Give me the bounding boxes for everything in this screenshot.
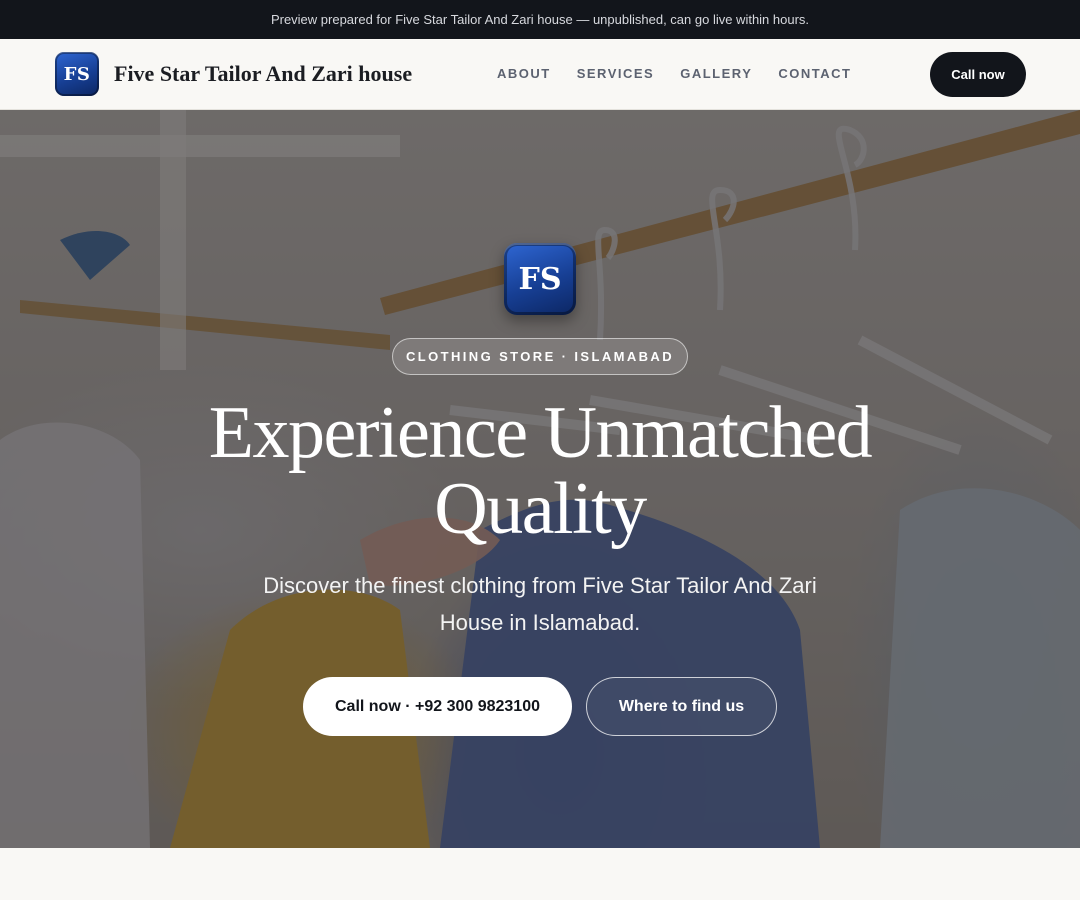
hero-logo-icon: FS bbox=[504, 243, 576, 315]
brand-logo-icon: FS bbox=[55, 52, 99, 96]
nav-link-about[interactable]: ABOUT bbox=[497, 66, 551, 81]
main-nav: ABOUT SERVICES GALLERY CONTACT bbox=[497, 66, 877, 81]
brand[interactable]: FS Five Star Tailor And Zari house bbox=[55, 52, 412, 96]
preview-banner: Preview prepared for Five Star Tailor An… bbox=[0, 0, 1080, 39]
hero-category-badge: CLOTHING STORE · ISLAMABAD bbox=[392, 338, 688, 375]
hero-title: Experience Unmatched Quality bbox=[208, 392, 873, 550]
site-header: FS Five Star Tailor And Zari house ABOUT… bbox=[0, 39, 1080, 110]
preview-banner-text: Preview prepared for Five Star Tailor An… bbox=[270, 12, 810, 27]
nav-link-services[interactable]: SERVICES bbox=[577, 66, 655, 81]
header-call-button[interactable]: Call now bbox=[930, 52, 1026, 97]
hero-location-button[interactable]: Where to find us bbox=[586, 677, 777, 736]
hero-section: FS CLOTHING STORE · ISLAMABAD Experience… bbox=[0, 110, 1080, 848]
nav-link-contact[interactable]: CONTACT bbox=[778, 66, 851, 81]
hero-call-button[interactable]: Call now · +92 300 9823100 bbox=[303, 677, 572, 736]
hero-subtitle: Discover the finest clothing from Five S… bbox=[263, 573, 817, 635]
brand-name: Five Star Tailor And Zari house bbox=[114, 61, 413, 86]
nav-link-gallery[interactable]: GALLERY bbox=[680, 66, 752, 81]
